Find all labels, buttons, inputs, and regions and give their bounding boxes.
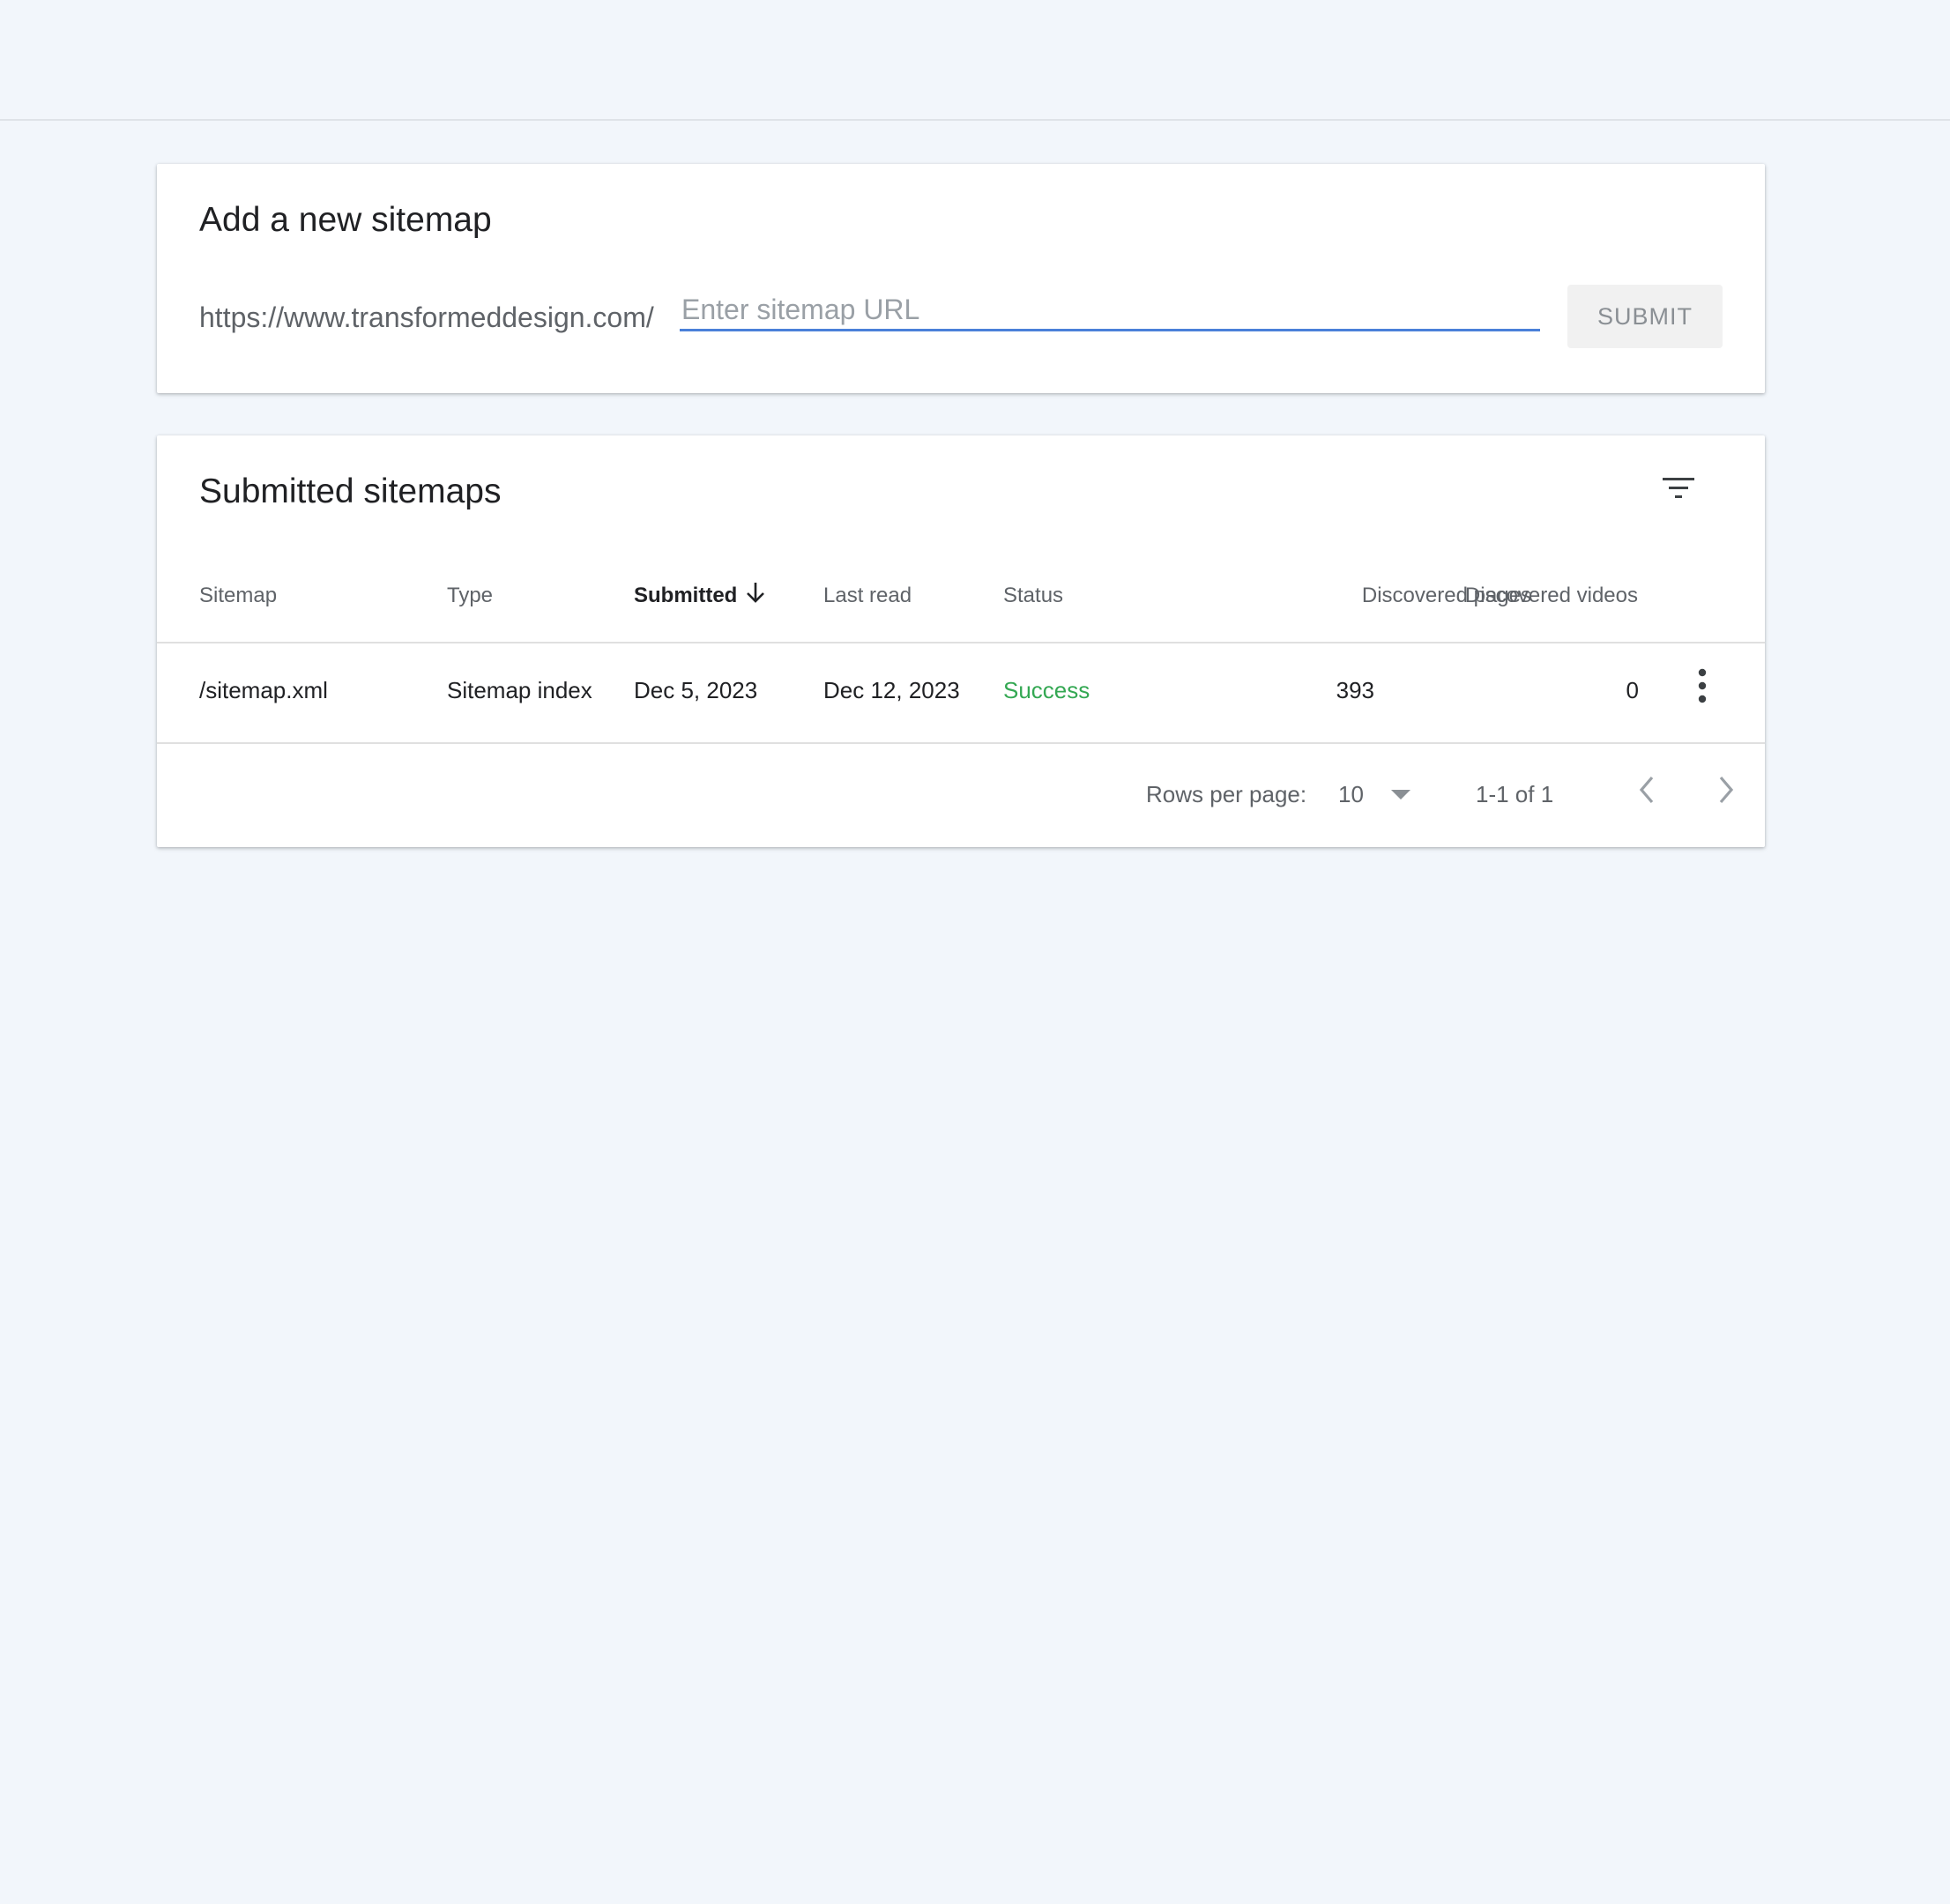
rows-per-page-select[interactable]: 10 [1338,774,1435,814]
top-app-bar [0,0,1950,121]
url-prefix: https://www.transformeddesign.com/ [199,301,654,333]
column-header-status[interactable]: Status [1003,584,1063,608]
column-header-discovered-videos[interactable]: Discovered videos [1465,584,1638,608]
add-sitemap-title: Add a new sitemap [199,201,492,239]
table-header: Sitemap Type Submitted Last read Status … [157,559,1765,643]
arrow-downward-icon[interactable] [745,580,766,605]
column-header-last-read[interactable]: Last read [823,584,912,608]
chevron-left-icon[interactable] [1627,769,1666,811]
add-sitemap-card: Add a new sitemap https://www.transforme… [157,164,1765,393]
rows-per-page-label: Rows per page: [1146,781,1307,807]
chevron-right-icon[interactable] [1707,769,1745,811]
rows-per-page-value: 10 [1338,781,1364,807]
dropdown-arrow-icon [1391,790,1410,800]
table-row[interactable]: /sitemap.xml Sitemap index Dec 5, 2023 D… [157,643,1765,744]
column-header-sitemap[interactable]: Sitemap [199,584,277,608]
cell-type: Sitemap index [447,677,592,703]
submitted-sitemaps-card: Submitted sitemaps Sitemap Type Submitte… [157,435,1765,847]
page-range: 1-1 of 1 [1476,781,1554,807]
submit-button[interactable]: SUBMIT [1567,285,1723,348]
filter-list-icon[interactable] [1661,474,1696,502]
column-header-submitted[interactable]: Submitted [634,584,737,608]
cell-sitemap: /sitemap.xml [199,677,328,703]
cell-submitted: Dec 5, 2023 [634,677,758,703]
column-header-type[interactable]: Type [447,584,493,608]
cell-discovered-videos: 0 [1626,677,1639,703]
cell-last-read: Dec 12, 2023 [823,677,960,703]
pagination: Rows per page: 10 1-1 of 1 [157,744,1765,847]
submitted-sitemaps-title: Submitted sitemaps [199,472,502,510]
cell-status: Success [1003,677,1090,703]
cell-discovered-pages: 393 [1336,677,1374,703]
sitemap-url-input[interactable] [680,291,1540,329]
sitemap-url-field [680,291,1540,331]
more-vert-icon[interactable] [1691,666,1714,705]
